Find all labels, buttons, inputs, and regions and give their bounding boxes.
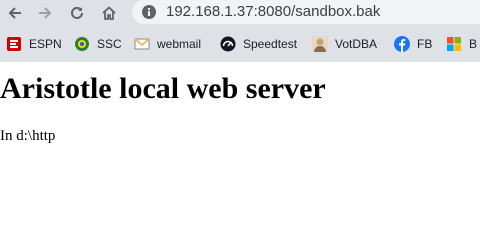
reload-icon	[71, 6, 83, 19]
bookmark-speedtest[interactable]: Speedtest	[220, 34, 297, 54]
bookmark-votdba[interactable]: VotDBA	[312, 34, 377, 54]
bookmark-label: VotDBA	[335, 37, 378, 51]
back-arrow-icon	[8, 7, 21, 19]
site-info-icon[interactable]	[141, 4, 157, 20]
ssc-icon	[75, 37, 89, 51]
browser-toolbar: 192.168.1.37:8080/sandbox.bak	[0, 0, 480, 26]
speedtest-icon	[220, 36, 236, 52]
page-text: In d:\http	[0, 128, 56, 144]
back-button[interactable]	[4, 2, 26, 24]
espn-icon	[7, 37, 21, 51]
home-icon	[102, 6, 116, 20]
reload-button[interactable]	[66, 2, 88, 24]
microsoft-icon	[447, 37, 461, 51]
bookmark-label: Speedtest	[243, 37, 298, 51]
bookmark-webmail[interactable]: webmail	[134, 34, 201, 54]
forward-arrow-icon	[39, 7, 52, 19]
bookmark-label: SSC	[97, 37, 122, 51]
bookmark-label: B	[469, 37, 478, 51]
bookmark-fb[interactable]: FB	[394, 34, 432, 54]
bookmark-espn[interactable]: ESPN	[6, 34, 62, 54]
avatar-icon	[312, 36, 328, 52]
bookmark-ssc[interactable]: SSC	[74, 34, 122, 54]
page-heading: Aristotle local web server	[0, 72, 326, 105]
browser-chrome: 192.168.1.37:8080/sandbox.bak ESPN SSC w…	[0, 0, 480, 62]
bookmark-b[interactable]: B	[446, 34, 477, 54]
forward-button[interactable]	[34, 2, 56, 24]
bookmark-label: ESPN	[29, 37, 62, 51]
bookmark-label: webmail	[157, 37, 202, 51]
facebook-icon	[394, 36, 410, 52]
page-content: Aristotle local web server In d:\http	[0, 62, 480, 251]
home-button[interactable]	[98, 2, 120, 24]
bookmarks-bar: ESPN SSC webmail Speedtest VotDBA FB B	[0, 30, 480, 58]
address-bar[interactable]: 192.168.1.37:8080/sandbox.bak	[132, 0, 480, 24]
mail-icon	[134, 38, 150, 50]
url-text[interactable]: 192.168.1.37:8080/sandbox.bak	[166, 3, 380, 20]
bookmark-label: FB	[417, 37, 433, 51]
